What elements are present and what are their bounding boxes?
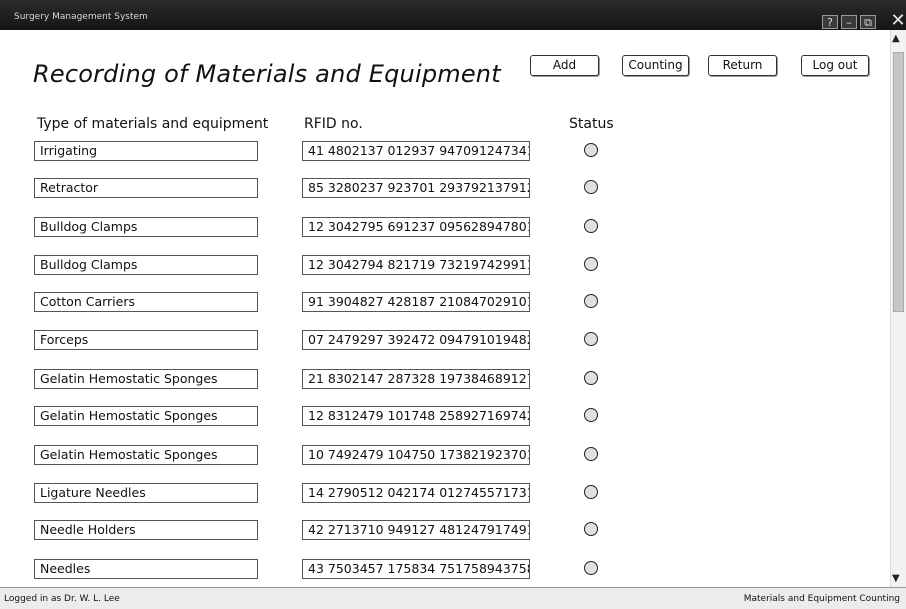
table-row: Gelatin Hemostatic Sponges 12 8312479 10…	[0, 406, 890, 426]
rfid-field[interactable]: 41 4802137 012937 947091247341	[302, 141, 530, 161]
rfid-field[interactable]: 42 2713710 949127 481247917491	[302, 520, 530, 540]
status-indicator	[584, 408, 598, 422]
status-indicator	[584, 180, 598, 194]
logout-button[interactable]: Log out	[801, 55, 869, 76]
table-row: Needle Holders 42 2713710 949127 4812479…	[0, 520, 890, 540]
counting-button[interactable]: Counting	[622, 55, 689, 76]
column-header-type: Type of materials and equipment	[37, 116, 269, 132]
page-title: Recording of Materials and Equipment	[33, 60, 501, 88]
scroll-down-arrow-icon[interactable]: ▼	[892, 573, 900, 584]
table-row: Retractor 85 3280237 923701 293792137912	[0, 178, 890, 198]
status-indicator	[584, 371, 598, 385]
restore-button[interactable]: ⧉	[860, 15, 876, 29]
material-type-field[interactable]: Gelatin Hemostatic Sponges	[34, 369, 258, 389]
material-type-field[interactable]: Needles	[34, 559, 258, 579]
scrollbar-thumb[interactable]	[893, 52, 904, 312]
table-row: Forceps 07 2479297 392472 094791019482	[0, 330, 890, 350]
window-title: Surgery Management System	[14, 12, 148, 22]
rfid-field[interactable]: 21 8302147 287328 197384689127	[302, 369, 530, 389]
scroll-up-arrow-icon[interactable]: ▲	[892, 33, 900, 44]
current-module: Materials and Equipment Counting	[743, 594, 900, 604]
status-bar: Logged in as Dr. W. L. Lee Materials and…	[0, 587, 906, 609]
status-indicator	[584, 485, 598, 499]
add-button[interactable]: Add	[530, 55, 599, 76]
table-row: Irrigating 41 4802137 012937 94709124734…	[0, 141, 890, 161]
material-type-field[interactable]: Ligature Needles	[34, 483, 258, 503]
close-button[interactable]: ✕	[890, 12, 906, 30]
status-indicator	[584, 561, 598, 575]
status-indicator	[584, 447, 598, 461]
material-type-field[interactable]: Gelatin Hemostatic Sponges	[34, 406, 258, 426]
material-type-field[interactable]: Gelatin Hemostatic Sponges	[34, 445, 258, 465]
column-header-rfid: RFID no.	[304, 116, 363, 132]
table-row: Ligature Needles 14 2790512 042174 01274…	[0, 483, 890, 503]
status-indicator	[584, 219, 598, 233]
table-row: Bulldog Clamps 12 3042795 691237 0956289…	[0, 217, 890, 237]
material-type-field[interactable]: Cotton Carriers	[34, 292, 258, 312]
status-indicator	[584, 257, 598, 271]
rfid-field[interactable]: 12 3042794 821719 732197429911	[302, 255, 530, 275]
rfid-field[interactable]: 91 3904827 428187 210847029101	[302, 292, 530, 312]
rfid-field[interactable]: 12 3042795 691237 095628947801	[302, 217, 530, 237]
status-indicator	[584, 143, 598, 157]
help-button[interactable]: ?	[822, 15, 838, 29]
material-type-field[interactable]: Retractor	[34, 178, 258, 198]
table-row: Gelatin Hemostatic Sponges 10 7492479 10…	[0, 445, 890, 465]
rfid-field[interactable]: 10 7492479 104750 173821923701	[302, 445, 530, 465]
rfid-field[interactable]: 14 2790512 042174 012745571731	[302, 483, 530, 503]
rfid-field[interactable]: 85 3280237 923701 293792137912	[302, 178, 530, 198]
title-bar: Surgery Management System ? – ⧉ ✕	[0, 0, 906, 30]
table-row: Bulldog Clamps 12 3042794 821719 7321974…	[0, 255, 890, 275]
status-indicator	[584, 332, 598, 346]
material-type-field[interactable]: Bulldog Clamps	[34, 217, 258, 237]
rfid-field[interactable]: 43 7503457 175834 751758943758	[302, 559, 530, 579]
table-row: Gelatin Hemostatic Sponges 21 8302147 28…	[0, 369, 890, 389]
material-type-field[interactable]: Bulldog Clamps	[34, 255, 258, 275]
table-row: Needles 43 7503457 175834 751758943758	[0, 559, 890, 579]
table-row: Cotton Carriers 91 3904827 428187 210847…	[0, 292, 890, 312]
logged-in-user: Logged in as Dr. W. L. Lee	[4, 594, 120, 604]
rfid-field[interactable]: 07 2479297 392472 094791019482	[302, 330, 530, 350]
status-indicator	[584, 522, 598, 536]
app-window: Surgery Management System ? – ⧉ ✕ Record…	[0, 0, 906, 609]
rfid-field[interactable]: 12 8312479 101748 258927169742	[302, 406, 530, 426]
column-header-status: Status	[569, 116, 614, 132]
material-type-field[interactable]: Needle Holders	[34, 520, 258, 540]
material-type-field[interactable]: Irrigating	[34, 141, 258, 161]
status-indicator	[584, 294, 598, 308]
return-button[interactable]: Return	[708, 55, 777, 76]
minimize-button[interactable]: –	[841, 15, 857, 29]
material-type-field[interactable]: Forceps	[34, 330, 258, 350]
